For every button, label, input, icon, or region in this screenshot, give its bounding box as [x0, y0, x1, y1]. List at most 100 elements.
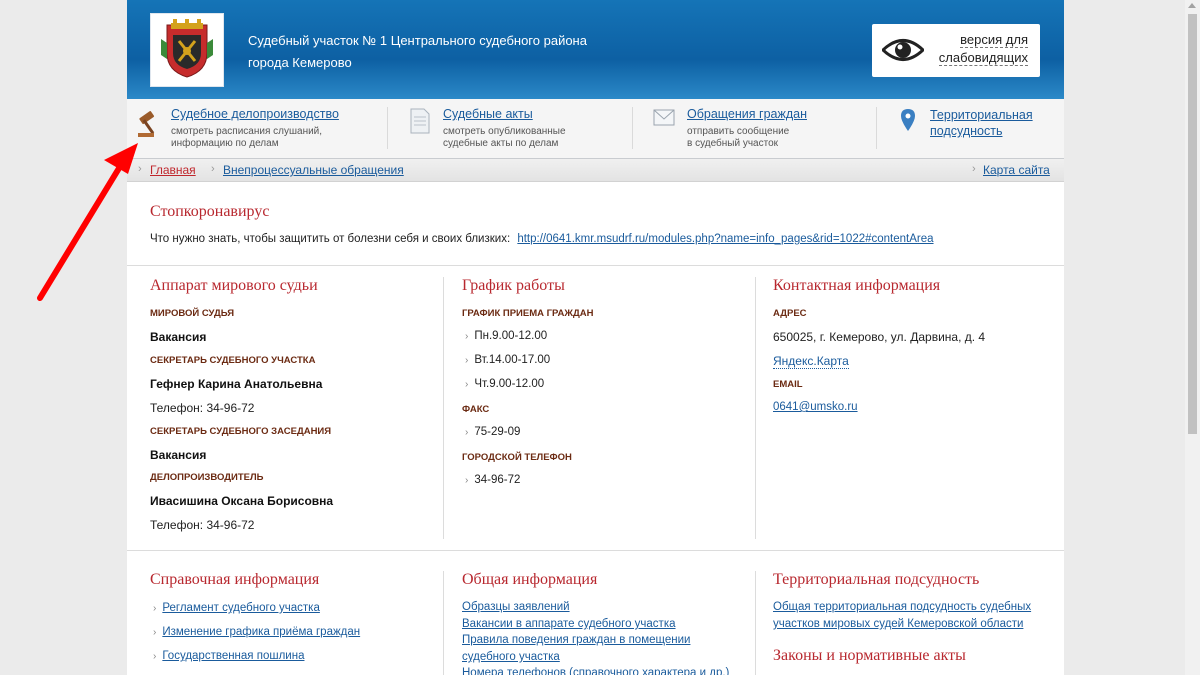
service-court-acts[interactable]: Судебные акты смотреть опубликованные су…: [409, 99, 629, 159]
general-link[interactable]: Номера телефонов (справочного характера …: [462, 667, 729, 675]
service-territorial-jurisdiction[interactable]: Территориальная подсудность: [899, 99, 1059, 159]
service-desc-line: отправить сообщение: [687, 126, 790, 137]
reference-link[interactable]: Регламент судебного участка: [162, 602, 320, 614]
session-secretary-value: Вакансия: [150, 448, 207, 462]
general-link[interactable]: судебного участка: [462, 651, 560, 663]
service-desc-line: судебные акты по делам: [443, 138, 559, 149]
list-item: › Вт.14.00-17.00: [465, 354, 550, 366]
map-pin-icon: [901, 109, 915, 131]
service-court-acts-link[interactable]: Судебные акты: [443, 107, 533, 121]
notice-body: Что нужно знать, чтобы защитить от болез…: [150, 233, 511, 245]
service-territorial-jurisdiction-link[interactable]: Территориальная подсудность: [930, 107, 1033, 139]
chevron-right-icon: ›: [153, 603, 157, 614]
chevron-right-icon: ›: [153, 651, 157, 662]
scrollbar-thumb[interactable]: [1188, 14, 1197, 434]
sitemap-link[interactable]: Карта сайта: [983, 163, 1050, 177]
site-title-line1: Судебный участок № 1 Центрального судебн…: [248, 33, 587, 48]
list-item: › 75-29-09: [465, 426, 520, 438]
nav-divider: [876, 107, 877, 149]
chevron-right-icon: ›: [138, 163, 142, 175]
territorial-link-line1[interactable]: Общая территориальная подсудность судебн…: [773, 601, 1031, 613]
nav-divider: [632, 107, 633, 149]
list-item: › Изменение графика приёма граждан: [153, 626, 360, 638]
notice-link[interactable]: http://0641.kmr.msudrf.ru/modules.php?na…: [517, 233, 933, 245]
email-link[interactable]: 0641@umsko.ru: [773, 401, 858, 413]
schedule-title: График работы: [462, 277, 565, 294]
fax-label: ФАКС: [462, 404, 490, 415]
column-divider: [443, 277, 444, 539]
secretary-phone: Телефон: 34-96-72: [150, 401, 255, 415]
judge-value: Вакансия: [150, 330, 207, 344]
coat-of-arms-icon: [161, 19, 213, 78]
service-court-proceedings-desc: смотреть расписания слушаний, информацию…: [171, 126, 341, 150]
map-link-wrap: Яндекс.Карта: [773, 354, 849, 369]
general-link[interactable]: Образцы заявлений: [462, 601, 570, 613]
clerk-phone: Телефон: 34-96-72: [150, 518, 255, 532]
low-vision-label: версия для слабовидящих: [928, 31, 1028, 67]
site-title-line2: города Кемерово: [248, 55, 352, 70]
scroll-up-arrow-icon[interactable]: [1188, 3, 1196, 8]
general-link[interactable]: Вакансии в аппарате судебного участка: [462, 618, 676, 630]
list-item: › Государственная пошлина: [153, 650, 304, 662]
session-secretary-label: СЕКРЕТАРЬ СУДЕБНОГО ЗАСЕДАНИЯ: [150, 426, 332, 437]
page-scrollbar[interactable]: [1185, 0, 1200, 675]
service-territorial-line1: Территориальная: [930, 108, 1033, 122]
breadcrumb-current[interactable]: Внепроцессуальные обращения: [223, 163, 404, 177]
chevron-right-icon: ›: [465, 355, 469, 366]
service-desc-line: смотреть опубликованные: [443, 126, 566, 137]
reception-day: Чт.9.00-12.00: [474, 378, 545, 390]
section-divider: [127, 550, 1064, 551]
envelope-icon: [653, 109, 675, 126]
clerk-label: ДЕЛОПРОИЗВОДИТЕЛЬ: [150, 472, 264, 483]
chevron-right-icon: ›: [465, 331, 469, 342]
territorial-link-line2[interactable]: участков мировых судей Кемеровской облас…: [773, 618, 1023, 630]
secretary-label: СЕКРЕТАРЬ СУДЕБНОГО УЧАСТКА: [150, 355, 316, 366]
general-title: Общая информация: [462, 571, 598, 588]
document-icon: [410, 108, 430, 134]
email-label: EMAIL: [773, 379, 803, 390]
list-item: › 34-96-72: [465, 474, 520, 486]
service-citizen-appeals-link[interactable]: Обращения граждан: [687, 107, 807, 121]
page-container: Судебный участок № 1 Центрального судебн…: [127, 0, 1064, 675]
service-court-proceedings[interactable]: Судебное делопроизводство смотреть распи…: [137, 99, 387, 159]
laws-title: Законы и нормативные акты: [773, 647, 966, 664]
judge-label: МИРОВОЙ СУДЬЯ: [150, 308, 235, 319]
chevron-right-icon: ›: [465, 475, 469, 486]
list-item: › Регламент судебного участка: [153, 602, 320, 614]
fax-value: 75-29-09: [474, 426, 521, 438]
contacts-title: Контактная информация: [773, 277, 941, 294]
services-nav: Судебное делопроизводство смотреть распи…: [127, 99, 1064, 159]
coat-of-arms-logo[interactable]: [150, 13, 224, 87]
yandex-map-link[interactable]: Яндекс.Карта: [773, 354, 849, 369]
service-desc-line: в судебный участок: [687, 138, 779, 149]
breadcrumb: › Главная › Внепроцессуальные обращения …: [127, 159, 1064, 182]
address-label: АДРЕС: [773, 308, 807, 319]
service-citizen-appeals-desc: отправить сообщение в судебный участок: [687, 126, 857, 150]
service-desc-line: информацию по делам: [171, 138, 279, 149]
notice-title: Стопкоронавирус: [150, 203, 270, 220]
notice-text: Что нужно знать, чтобы защитить от болез…: [150, 233, 934, 245]
address-value: 650025, г. Кемерово, ул. Дарвина, д. 4: [773, 330, 986, 344]
city-phone-value: 34-96-72: [474, 474, 521, 486]
chevron-right-icon: ›: [972, 163, 976, 175]
service-court-proceedings-link[interactable]: Судебное делопроизводство: [171, 107, 339, 121]
apparatus-title: Аппарат мирового судьи: [150, 277, 318, 294]
service-court-acts-desc: смотреть опубликованные судебные акты по…: [443, 126, 613, 150]
list-item: › Чт.9.00-12.00: [465, 378, 544, 390]
breadcrumb-home[interactable]: Главная: [150, 163, 196, 177]
arrow-shaft: [37, 157, 127, 301]
gavel-icon: [138, 111, 155, 137]
section-divider: [127, 265, 1064, 266]
low-vision-version-button[interactable]: версия для слабовидящих: [872, 24, 1040, 77]
service-citizen-appeals[interactable]: Обращения граждан отправить сообщение в …: [653, 99, 873, 159]
reference-link[interactable]: Государственная пошлина: [162, 650, 304, 662]
chevron-right-icon: ›: [465, 379, 469, 390]
column-divider: [755, 277, 756, 539]
secretary-name: Гефнер Карина Анатольевна: [150, 377, 323, 391]
reference-title: Справочная информация: [150, 571, 320, 588]
general-link[interactable]: Правила поведения граждан в помещении: [462, 634, 690, 646]
reference-link[interactable]: Изменение графика приёма граждан: [162, 626, 360, 638]
low-vision-label-line1: версия для: [960, 32, 1028, 48]
low-vision-label-line2: слабовидящих: [938, 50, 1028, 66]
reception-label: ГРАФИК ПРИЕМА ГРАЖДАН: [462, 308, 594, 319]
